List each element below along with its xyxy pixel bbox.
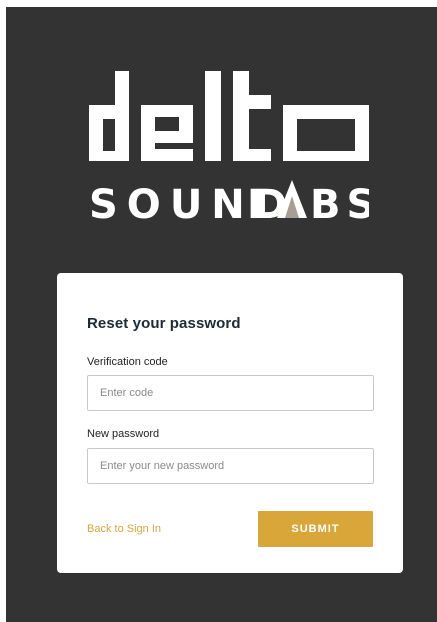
submit-button[interactable]: SUBMIT — [258, 511, 373, 547]
page-background: SOUND L BS Reset your password Verificat… — [6, 7, 437, 622]
reset-password-card: Reset your password Verification code Ne… — [57, 273, 403, 573]
back-to-sign-in-link[interactable]: Back to Sign In — [87, 523, 161, 535]
new-password-label: New password — [87, 428, 160, 440]
verification-code-input[interactable] — [87, 375, 374, 411]
new-password-input[interactable] — [87, 448, 374, 484]
delta-sound-labs-logo: SOUND L BS — [89, 71, 369, 223]
svg-text:BS: BS — [310, 182, 369, 223]
verification-code-label: Verification code — [87, 356, 168, 368]
svg-text:L: L — [247, 182, 282, 223]
card-title: Reset your password — [87, 315, 241, 332]
